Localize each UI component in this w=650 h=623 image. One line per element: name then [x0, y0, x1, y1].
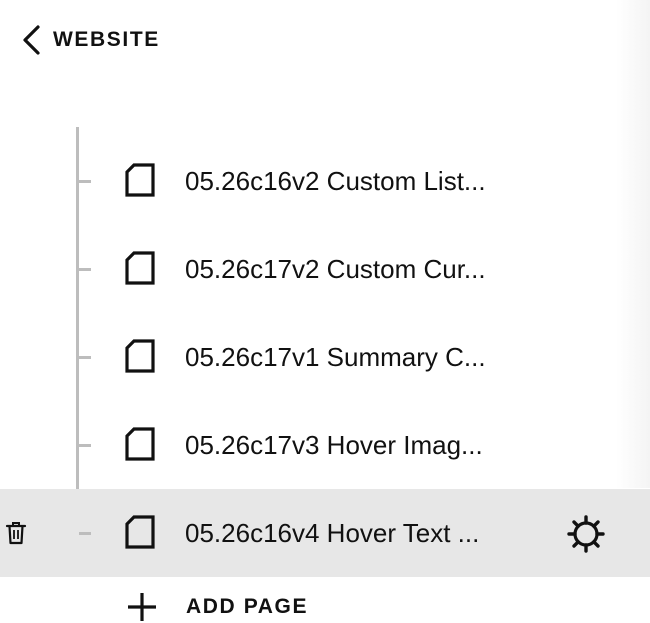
page-title: 05.26c16v4 Hover Text ... [185, 518, 480, 548]
page-title: 05.26c17v1 Summary C... [185, 342, 486, 372]
add-page-label: ADD PAGE [186, 595, 309, 618]
add-page-button[interactable]: ADD PAGE [126, 591, 308, 623]
page-item[interactable]: 05.26c17v2 Custom Cur... [0, 225, 650, 313]
page-icon [125, 515, 155, 549]
page-title: 05.26c16v2 Custom List... [185, 166, 486, 196]
page-icon [125, 339, 155, 373]
back-to-website-button[interactable]: WEBSITE [18, 22, 160, 58]
page-item-selected[interactable]: 05.26c16v4 Hover Text ... [0, 489, 650, 577]
page-title: 05.26c17v3 Hover Imag... [185, 430, 483, 460]
tree-branch [79, 356, 91, 359]
tree-branch [79, 268, 91, 271]
page-icon [125, 251, 155, 285]
back-label: WEBSITE [53, 28, 160, 51]
page-item[interactable]: 05.26c17v1 Summary C... [0, 313, 650, 401]
chevron-left-icon [23, 25, 40, 55]
plus-icon [128, 593, 156, 621]
page-icon [125, 163, 155, 197]
page-item[interactable]: 05.26c16v2 Custom List... [0, 137, 650, 225]
tree-branch [79, 444, 91, 447]
page-item[interactable]: 05.26c17v3 Hover Imag... [0, 401, 650, 489]
tree-branch [79, 532, 91, 535]
page-title: 05.26c17v2 Custom Cur... [185, 254, 486, 284]
tree-branch [79, 180, 91, 183]
trash-icon[interactable] [5, 520, 27, 546]
page-icon [125, 427, 155, 461]
gear-icon[interactable] [566, 514, 606, 554]
